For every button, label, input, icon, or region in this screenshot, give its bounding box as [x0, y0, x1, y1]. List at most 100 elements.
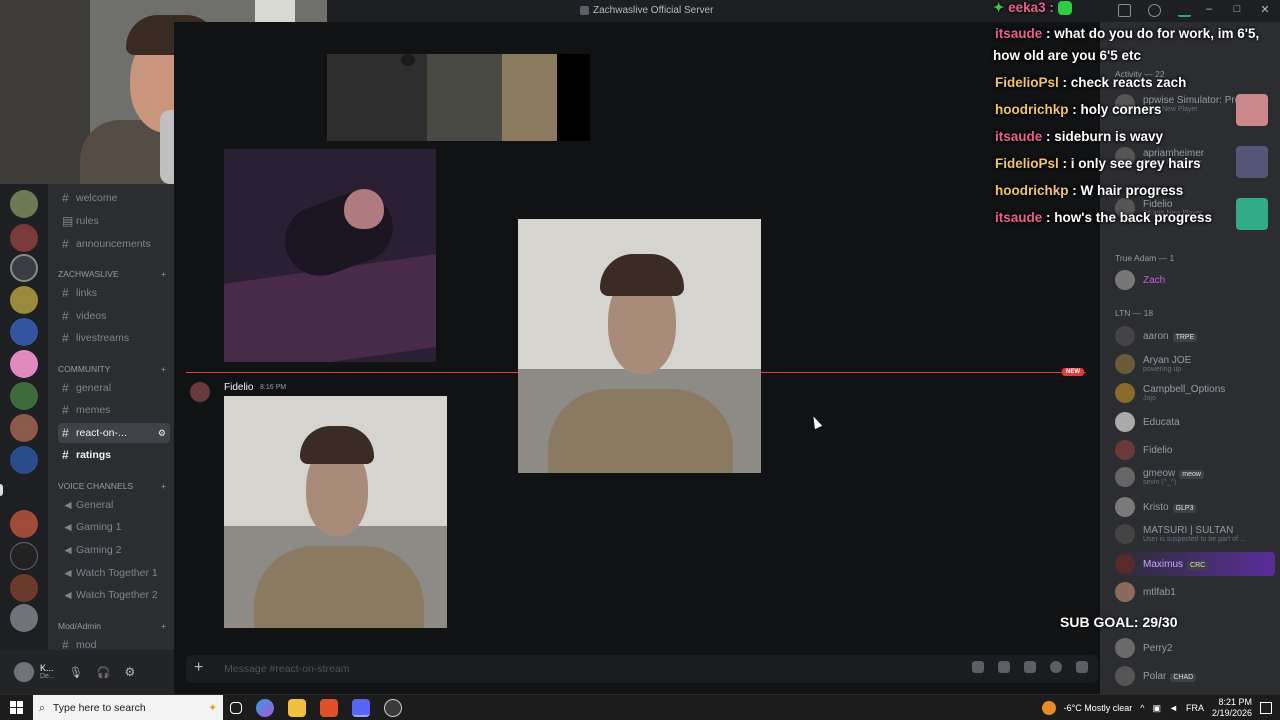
server-icon[interactable]	[10, 446, 38, 474]
task-view-icon[interactable]	[230, 702, 242, 714]
image-attachment[interactable]	[224, 396, 447, 628]
member-item[interactable]: aaron TRPE	[1115, 326, 1275, 346]
category-mod-admin[interactable]: Mod/Admin +	[58, 621, 166, 631]
channel-videos[interactable]: # videos	[58, 306, 170, 326]
channel-links[interactable]: # links	[58, 283, 170, 303]
server-icon[interactable]	[10, 574, 38, 602]
role-header: True Adam — 1	[1115, 253, 1175, 263]
gift-icon[interactable]	[972, 661, 984, 673]
server-icon[interactable]	[10, 190, 38, 218]
image-preview[interactable]	[518, 219, 761, 473]
weather-text[interactable]: -6°C Mostly clear	[1064, 703, 1133, 713]
server-icon[interactable]	[10, 604, 38, 632]
obs-icon[interactable]	[384, 699, 402, 717]
add-attachment-icon[interactable]: +	[194, 659, 203, 677]
chat-line: ✦ eeka3 :	[993, 0, 1072, 16]
server-icon[interactable]	[10, 510, 38, 538]
channel-ratings[interactable]: # ratings	[58, 445, 170, 465]
message-input[interactable]: Message #react-on-stream	[224, 663, 349, 675]
image-attachment[interactable]	[224, 149, 436, 362]
brave-browser-icon[interactable]	[320, 699, 338, 717]
channel-sidebar: # welcome ▤ rules # announcements ZACHWASLI…	[48, 184, 174, 652]
chat-line: itsaude : sideburn is wavy	[995, 129, 1164, 144]
member-item[interactable]: mtlfab1	[1115, 582, 1275, 602]
channel-announcements[interactable]: # announcements	[58, 234, 170, 254]
voice-gaming-1[interactable]: ◄ Gaming 1	[58, 517, 170, 537]
speaker-icon: ◄	[62, 543, 74, 557]
sticker-icon[interactable]	[1024, 661, 1036, 673]
server-icon[interactable]	[10, 542, 38, 570]
server-icon[interactable]	[10, 224, 38, 252]
server-icon[interactable]	[10, 350, 38, 378]
avatar[interactable]	[14, 662, 34, 682]
copilot-icon[interactable]	[256, 699, 274, 717]
clock[interactable]: 8:21 PM 2/19/2026	[1212, 697, 1252, 719]
message-composer[interactable]: + Message #react-on-stream	[186, 655, 1098, 683]
sub-goal: SUB GOAL: 29/30	[1060, 614, 1178, 630]
server-icon[interactable]	[10, 318, 38, 346]
channel-livestreams[interactable]: # livestreams	[58, 328, 170, 348]
voice-general[interactable]: ◄ General	[58, 495, 170, 515]
channel-welcome[interactable]: # welcome	[58, 188, 170, 208]
chat-line: itsaude : how's the back progress	[995, 210, 1213, 225]
server-icon[interactable]	[10, 254, 38, 282]
video-embed[interactable]	[327, 54, 557, 141]
category-voice[interactable]: VOICE CHANNELS +	[58, 481, 166, 491]
voice-gaming-2[interactable]: ◄ Gaming 2	[58, 540, 170, 560]
server-icon[interactable]	[10, 286, 38, 314]
taskbar-search[interactable]: ⌕ Type here to search ✦	[33, 695, 223, 720]
search-icon: ⌕	[39, 701, 45, 714]
stream-chat-overlay: ✦ eeka3 : itsaude : what do you do for w…	[993, 0, 1280, 240]
category-community[interactable]: COMMUNITY +	[58, 364, 166, 374]
member-item[interactable]: Zach	[1115, 270, 1275, 290]
notifications-icon[interactable]	[1260, 702, 1272, 714]
network-icon[interactable]: ▣	[1153, 703, 1162, 714]
category-zachwaslive[interactable]: ZACHWASLIVE +	[58, 269, 166, 279]
member-item[interactable]: Kristo GLP3	[1115, 497, 1275, 517]
member-item[interactable]: Campbell_Options Jojo	[1115, 383, 1275, 403]
server-icon[interactable]	[10, 414, 38, 442]
member-item[interactable]: MATSURI | SULTAN User is suspected to be …	[1115, 524, 1275, 544]
chat-line: hoodrichkp : W hair progress	[995, 183, 1184, 198]
member-item[interactable]: Maximus CRC	[1115, 554, 1275, 574]
member-item[interactable]: Educata	[1115, 412, 1275, 432]
message-author-avatar[interactable]	[190, 382, 210, 402]
channel-react-on-stream[interactable]: # react-on-... ⚙	[58, 423, 170, 443]
chat-line: how old are you 6'5 etc	[993, 48, 1141, 63]
channel-rules[interactable]: ▤ rules	[58, 211, 170, 231]
tray-expand-icon[interactable]: ^	[1140, 703, 1144, 713]
channel-memes[interactable]: # memes	[58, 400, 170, 420]
voice-watch-together-2[interactable]: ◄ Watch Together 2	[58, 585, 170, 605]
volume-icon[interactable]: ◄	[1169, 703, 1178, 713]
speaker-icon: ◄	[62, 498, 74, 512]
chat-line: itsaude : what do you do for work, im 6'…	[995, 26, 1260, 41]
member-item[interactable]: Polar CHAD	[1115, 666, 1275, 686]
username: K...	[40, 663, 54, 673]
member-item[interactable]: gmeow meow sevin (^_^)	[1115, 467, 1275, 487]
member-item[interactable]: Fidelio	[1115, 440, 1275, 460]
gif-icon[interactable]	[998, 661, 1010, 673]
message-author[interactable]: Fidelio	[224, 382, 253, 393]
language[interactable]: FRA	[1186, 703, 1204, 713]
speaker-icon: ◄	[62, 566, 74, 580]
settings-icon[interactable]: ⚙	[158, 428, 166, 439]
weather-icon[interactable]	[1041, 701, 1056, 715]
server-indicator	[0, 484, 3, 496]
file-explorer-icon[interactable]	[288, 699, 306, 717]
speaker-icon: ◄	[62, 588, 74, 602]
server-icon[interactable]	[10, 382, 38, 410]
voice-watch-together-1[interactable]: ◄ Watch Together 1	[58, 563, 170, 583]
apps-icon[interactable]	[1076, 661, 1088, 673]
headphones-icon[interactable]: 🎧	[97, 666, 111, 679]
search-highlight-icon: ✦	[208, 702, 217, 714]
discord-icon[interactable]	[352, 699, 370, 717]
settings-icon[interactable]: ⚙	[124, 665, 135, 679]
member-item[interactable]: Aryan JOE powering up	[1115, 354, 1275, 374]
windows-start-icon[interactable]	[10, 701, 23, 714]
member-item[interactable]: Perry2	[1115, 638, 1275, 658]
emoji-icon[interactable]	[1050, 661, 1062, 673]
microphone-icon[interactable]: 🎙	[69, 666, 83, 679]
server-icon	[580, 6, 589, 15]
play-icon[interactable]	[401, 54, 415, 66]
channel-general[interactable]: # general	[58, 378, 170, 398]
